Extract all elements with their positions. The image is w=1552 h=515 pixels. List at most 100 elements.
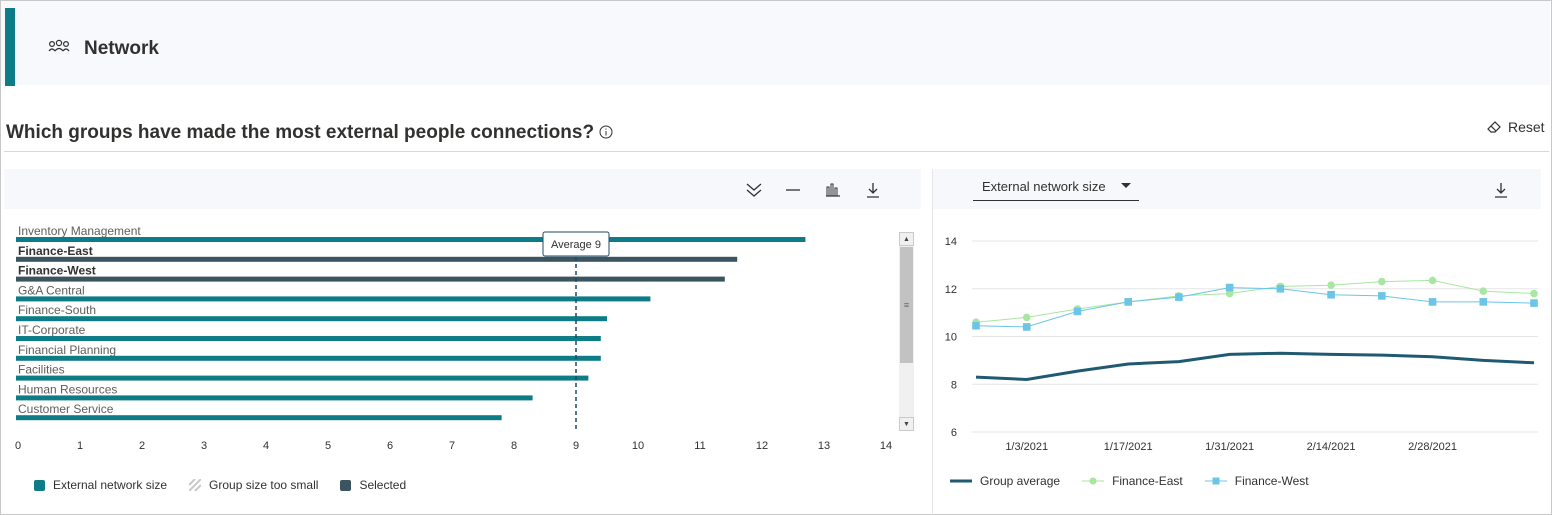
- x-tick-label: 2: [139, 440, 145, 452]
- series-point: [1378, 292, 1386, 300]
- reset-button[interactable]: Reset: [1486, 118, 1545, 136]
- people-group-icon: [48, 39, 70, 52]
- series-line: [975, 351, 1535, 382]
- legend-item: Group average: [950, 474, 1060, 488]
- x-tick-label: 7: [449, 440, 455, 452]
- x-tick-label: 1/3/2021: [1005, 441, 1048, 453]
- series-point: [1327, 281, 1335, 289]
- bar-category-label: Financial Planning: [18, 343, 116, 357]
- line-chart-legend: Group average Finance-East Finance-West: [950, 474, 1331, 488]
- bar: [16, 395, 533, 401]
- bar: [16, 316, 607, 322]
- bar-chart-icon[interactable]: [821, 178, 845, 202]
- y-tick-label: 6: [951, 427, 957, 439]
- bar-category-label: Inventory Management: [18, 224, 141, 238]
- series-point: [1022, 313, 1031, 322]
- info-icon[interactable]: [599, 125, 613, 139]
- x-tick-label: 8: [511, 440, 517, 452]
- x-tick-label: 11: [694, 440, 705, 452]
- x-tick-label: 5: [325, 440, 331, 452]
- minimize-icon[interactable]: [781, 178, 805, 202]
- legend-label: External network size: [53, 478, 168, 492]
- series-point: [1276, 284, 1285, 293]
- series-point: [1479, 287, 1488, 295]
- bar-category-label: Finance-West: [18, 264, 96, 278]
- scroll-down-button[interactable]: ▼: [899, 417, 914, 431]
- bar-category-label: G&A Central: [18, 283, 85, 297]
- series-point: [1428, 298, 1437, 306]
- legend-square-marker-icon: [1204, 477, 1227, 485]
- series-point: [1530, 289, 1538, 298]
- bar-category-label: Customer Service: [18, 402, 114, 416]
- download-icon[interactable]: [861, 178, 885, 202]
- reset-label: Reset: [1508, 119, 1545, 135]
- series-point: [1124, 298, 1132, 306]
- bar: [16, 296, 651, 302]
- x-tick-label: 2/14/2021: [1307, 441, 1356, 453]
- series-point: [1327, 290, 1335, 299]
- x-tick-label: 4: [263, 440, 269, 452]
- series-line: [975, 279, 1535, 323]
- x-tick-label: 9: [573, 440, 579, 452]
- legend-label: Finance-West: [1234, 474, 1309, 488]
- metric-dropdown[interactable]: External network size: [973, 172, 1139, 201]
- scroll-thumb[interactable]: ≡: [900, 247, 913, 363]
- y-tick-label: 14: [945, 236, 957, 248]
- y-tick-label: 8: [951, 379, 957, 391]
- series-point: [1428, 276, 1437, 285]
- legend-swatch: [34, 479, 45, 491]
- legend-swatch: [340, 479, 352, 491]
- legend-item: Group size too small: [189, 478, 318, 492]
- x-tick-label: 6: [387, 440, 393, 452]
- x-tick-label: 0: [15, 440, 21, 452]
- x-tick-label: 1/31/2021: [1205, 441, 1254, 453]
- eraser-icon: [1487, 121, 1501, 133]
- bar: [16, 276, 725, 282]
- x-tick-label: 13: [818, 440, 830, 452]
- bar-category-label: Facilities: [18, 363, 65, 377]
- download-icon[interactable]: [1489, 178, 1513, 202]
- series-point: [1225, 283, 1234, 292]
- legend-label: Group size too small: [209, 478, 319, 492]
- bar-category-label: IT-Corporate: [18, 323, 86, 337]
- legend-line-icon: [950, 479, 972, 483]
- x-tick-label: 2/28/2021: [1408, 441, 1457, 453]
- x-tick-label: 14: [880, 440, 892, 452]
- hatched-swatch-icon: [189, 479, 202, 491]
- page-title: Network: [84, 38, 159, 59]
- bar-chart: Inventory Management Finance-East Finance-…: [15, 224, 892, 452]
- legend-item: External network size: [34, 478, 167, 492]
- series-point: [1530, 299, 1538, 307]
- legend-item: Finance-East: [1082, 474, 1183, 488]
- bar: [16, 256, 738, 262]
- legend-circle-marker-icon: [1082, 477, 1105, 485]
- x-tick-label: 1: [77, 440, 83, 452]
- series-point: [1175, 293, 1183, 301]
- legend-item: Selected: [340, 478, 406, 492]
- y-tick-label: 10: [945, 332, 957, 344]
- x-tick-label: 1/17/2021: [1104, 441, 1153, 453]
- chart-scrollbar[interactable]: ▲ ≡ ▼: [899, 232, 914, 431]
- legend-label: Group average: [980, 474, 1061, 488]
- series-point: [972, 321, 980, 330]
- bar: [16, 355, 601, 361]
- series-point: [1073, 307, 1082, 316]
- question-heading: Which groups have made the most external…: [6, 122, 595, 143]
- legend-item: Finance-West: [1204, 474, 1309, 488]
- series-point: [1378, 277, 1386, 286]
- x-tick-label: 3: [201, 440, 207, 452]
- scroll-up-button[interactable]: ▲: [899, 232, 914, 246]
- metric-dropdown-value: External network size: [982, 178, 1106, 194]
- series-line: [975, 287, 1535, 328]
- expand-all-icon[interactable]: [742, 178, 766, 202]
- series-point: [1022, 323, 1031, 331]
- x-tick-label: 10: [632, 440, 644, 452]
- legend-label: Selected: [359, 478, 407, 492]
- line-chart: 6 8 10 12 14 1/3/2021 1/17/2021 1/31/2021 2/14/2…: [945, 236, 1538, 453]
- header-accent-bar: [5, 8, 15, 86]
- chevron-down-icon: [1121, 183, 1131, 188]
- legend-label: Finance-East: [1112, 474, 1183, 488]
- widget-header: Network: [1, 1, 1550, 86]
- average-label: Average 9: [551, 239, 601, 251]
- bar: [16, 415, 502, 421]
